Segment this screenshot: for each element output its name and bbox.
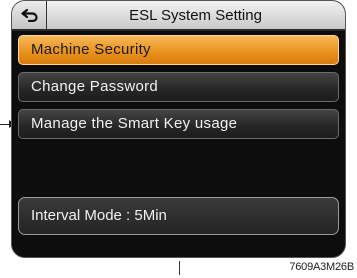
menu-item-change-password[interactable]: Change Password (18, 72, 339, 102)
menu-item-machine-security[interactable]: Machine Security (18, 35, 339, 65)
back-arrow-icon (21, 8, 38, 22)
back-button[interactable] (12, 1, 47, 29)
menu-item-manage-smart-key[interactable]: Manage the Smart Key usage (18, 109, 339, 139)
page-title: ESL System Setting (129, 7, 262, 24)
leader-line (179, 261, 180, 275)
header-bar: ESL System Setting (12, 1, 345, 31)
figure-code: 7609A3M26B (289, 261, 354, 273)
interval-mode-status: Interval Mode : 5Min (18, 197, 339, 235)
esl-settings-screen: ESL System Setting Machine Security Chan… (11, 0, 346, 258)
